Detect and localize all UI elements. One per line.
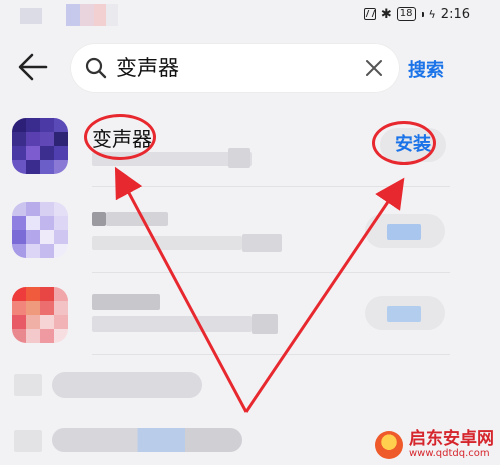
watermark-title: 启东安卓网 [409, 428, 494, 449]
watermark-logo [375, 430, 403, 459]
watermark: 启东安卓网 www.qdtdq.com [375, 428, 494, 459]
annotation-arrow [114, 166, 248, 413]
watermark-url: www.qdtdq.com [409, 447, 490, 459]
annotation-arrow [244, 177, 405, 413]
annotation-arrows [114, 166, 405, 413]
